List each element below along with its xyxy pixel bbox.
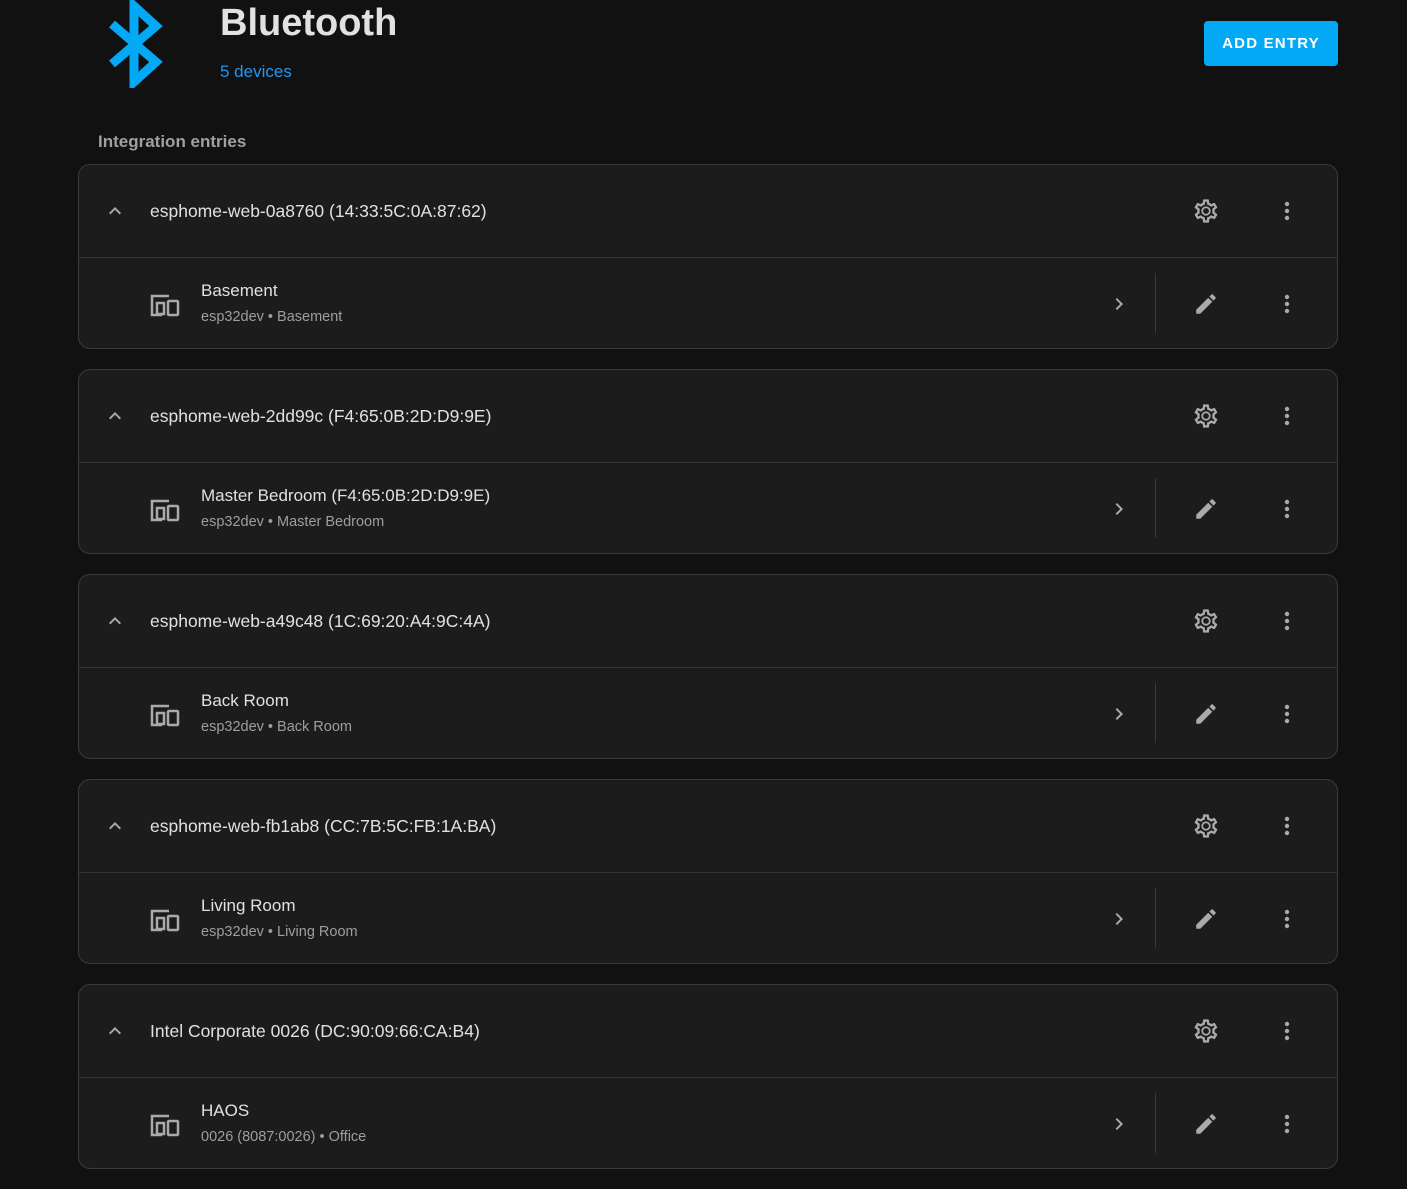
configure-button[interactable] [1186, 601, 1226, 641]
dots-vertical-icon [1284, 704, 1290, 724]
device-menu-button[interactable] [1267, 489, 1307, 529]
devices-icon [150, 499, 180, 522]
chevron-right-icon[interactable] [1107, 497, 1131, 521]
divider [1155, 888, 1156, 948]
integration-entry-card: Intel Corporate 0026 (DC:90:09:66:CA:B4)… [78, 984, 1338, 1169]
entry-menu-button[interactable] [1267, 191, 1307, 231]
configure-button[interactable] [1186, 191, 1226, 231]
bluetooth-logo-icon [109, 0, 163, 88]
device-row[interactable]: Master Bedroom (F4:65:0B:2D:D9:9E) esp32… [79, 463, 1337, 553]
devices-icon [150, 294, 180, 317]
gear-icon [1194, 1019, 1218, 1043]
gear-icon [1194, 609, 1218, 633]
section-label: Integration entries [98, 132, 247, 151]
chevron-up-icon[interactable] [103, 1019, 127, 1043]
entry-title: esphome-web-2dd99c (F4:65:0B:2D:D9:9E) [150, 406, 492, 426]
configure-button[interactable] [1186, 806, 1226, 846]
chevron-right-icon[interactable] [1107, 907, 1131, 931]
entry-menu-button[interactable] [1267, 1011, 1307, 1051]
chevron-up-icon[interactable] [103, 404, 127, 428]
add-entry-button[interactable]: ADD ENTRY [1204, 21, 1338, 66]
page-title: Bluetooth [220, 2, 398, 44]
edit-device-button[interactable] [1186, 694, 1226, 734]
dots-vertical-icon [1284, 1021, 1290, 1041]
integration-entries-list: esphome-web-0a8760 (14:33:5C:0A:87:62) B… [78, 164, 1338, 1189]
entry-title: esphome-web-fb1ab8 (CC:7B:5C:FB:1A:BA) [150, 816, 497, 836]
device-row[interactable]: Living Room esp32dev • Living Room [79, 873, 1337, 963]
device-name: Living Room [201, 896, 296, 915]
entry-menu-button[interactable] [1267, 806, 1307, 846]
gear-icon [1194, 404, 1218, 428]
integration-entry-card: esphome-web-a49c48 (1C:69:20:A4:9C:4A) B… [78, 574, 1338, 759]
chevron-up-icon[interactable] [103, 199, 127, 223]
entry-menu-button[interactable] [1267, 396, 1307, 436]
edit-device-button[interactable] [1186, 899, 1226, 939]
integration-entry-card: esphome-web-2dd99c (F4:65:0B:2D:D9:9E) M… [78, 369, 1338, 554]
chevron-right-icon[interactable] [1107, 702, 1131, 726]
divider [1155, 273, 1156, 333]
pencil-icon [1196, 909, 1216, 929]
devices-link[interactable]: 5 devices [220, 61, 292, 83]
device-subtitle: 0026 (8087:0026) • Office [201, 1129, 367, 1145]
entry-header[interactable]: esphome-web-0a8760 (14:33:5C:0A:87:62) [79, 165, 1337, 258]
dots-vertical-icon [1284, 816, 1290, 836]
device-subtitle: esp32dev • Living Room [201, 924, 358, 940]
device-menu-button[interactable] [1267, 694, 1307, 734]
device-menu-button[interactable] [1267, 284, 1307, 324]
edit-device-button[interactable] [1186, 489, 1226, 529]
pencil-icon [1196, 294, 1216, 314]
dots-vertical-icon [1284, 611, 1290, 631]
device-name: Back Room [201, 691, 289, 710]
devices-icon [150, 909, 180, 932]
edit-device-button[interactable] [1186, 284, 1226, 324]
dots-vertical-icon [1284, 499, 1290, 519]
device-row[interactable]: HAOS 0026 (8087:0026) • Office [79, 1078, 1337, 1168]
device-name: Master Bedroom (F4:65:0B:2D:D9:9E) [201, 486, 491, 505]
entry-menu-button[interactable] [1267, 601, 1307, 641]
chevron-right-icon[interactable] [1107, 292, 1131, 316]
entry-header[interactable]: esphome-web-fb1ab8 (CC:7B:5C:FB:1A:BA) [79, 780, 1337, 873]
device-row[interactable]: Back Room esp32dev • Back Room [79, 668, 1337, 758]
pencil-icon [1196, 499, 1216, 519]
chevron-right-icon[interactable] [1107, 1112, 1131, 1136]
configure-button[interactable] [1186, 1011, 1226, 1051]
dots-vertical-icon [1284, 1114, 1290, 1134]
integration-entry-card: esphome-web-fb1ab8 (CC:7B:5C:FB:1A:BA) L… [78, 779, 1338, 964]
device-subtitle: esp32dev • Master Bedroom [201, 514, 385, 530]
dots-vertical-icon [1284, 201, 1290, 221]
divider [1155, 1093, 1156, 1153]
device-name: HAOS [201, 1101, 250, 1120]
divider [1155, 478, 1156, 538]
entry-title: esphome-web-0a8760 (14:33:5C:0A:87:62) [150, 201, 487, 221]
divider [1155, 683, 1156, 743]
dots-vertical-icon [1284, 294, 1290, 314]
gear-icon [1194, 199, 1218, 223]
device-row[interactable]: Basement esp32dev • Basement [79, 258, 1337, 348]
device-subtitle: esp32dev • Back Room [201, 719, 352, 735]
entry-header[interactable]: esphome-web-2dd99c (F4:65:0B:2D:D9:9E) [79, 370, 1337, 463]
device-name: Basement [201, 281, 278, 300]
chevron-up-icon[interactable] [103, 609, 127, 633]
devices-icon [150, 1114, 180, 1137]
device-menu-button[interactable] [1267, 1104, 1307, 1144]
dots-vertical-icon [1284, 909, 1290, 929]
pencil-icon [1196, 704, 1216, 724]
configure-button[interactable] [1186, 396, 1226, 436]
edit-device-button[interactable] [1186, 1104, 1226, 1144]
dots-vertical-icon [1284, 406, 1290, 426]
pencil-icon [1196, 1114, 1216, 1134]
device-subtitle: esp32dev • Basement [201, 309, 343, 325]
integration-entry-card: esphome-web-0a8760 (14:33:5C:0A:87:62) B… [78, 164, 1338, 349]
entry-header[interactable]: esphome-web-a49c48 (1C:69:20:A4:9C:4A) [79, 575, 1337, 668]
entry-header[interactable]: Intel Corporate 0026 (DC:90:09:66:CA:B4) [79, 985, 1337, 1078]
devices-icon [150, 704, 180, 727]
device-menu-button[interactable] [1267, 899, 1307, 939]
entry-title: esphome-web-a49c48 (1C:69:20:A4:9C:4A) [150, 611, 491, 631]
chevron-up-icon[interactable] [103, 814, 127, 838]
entry-title: Intel Corporate 0026 (DC:90:09:66:CA:B4) [150, 1021, 480, 1041]
gear-icon [1194, 814, 1218, 838]
